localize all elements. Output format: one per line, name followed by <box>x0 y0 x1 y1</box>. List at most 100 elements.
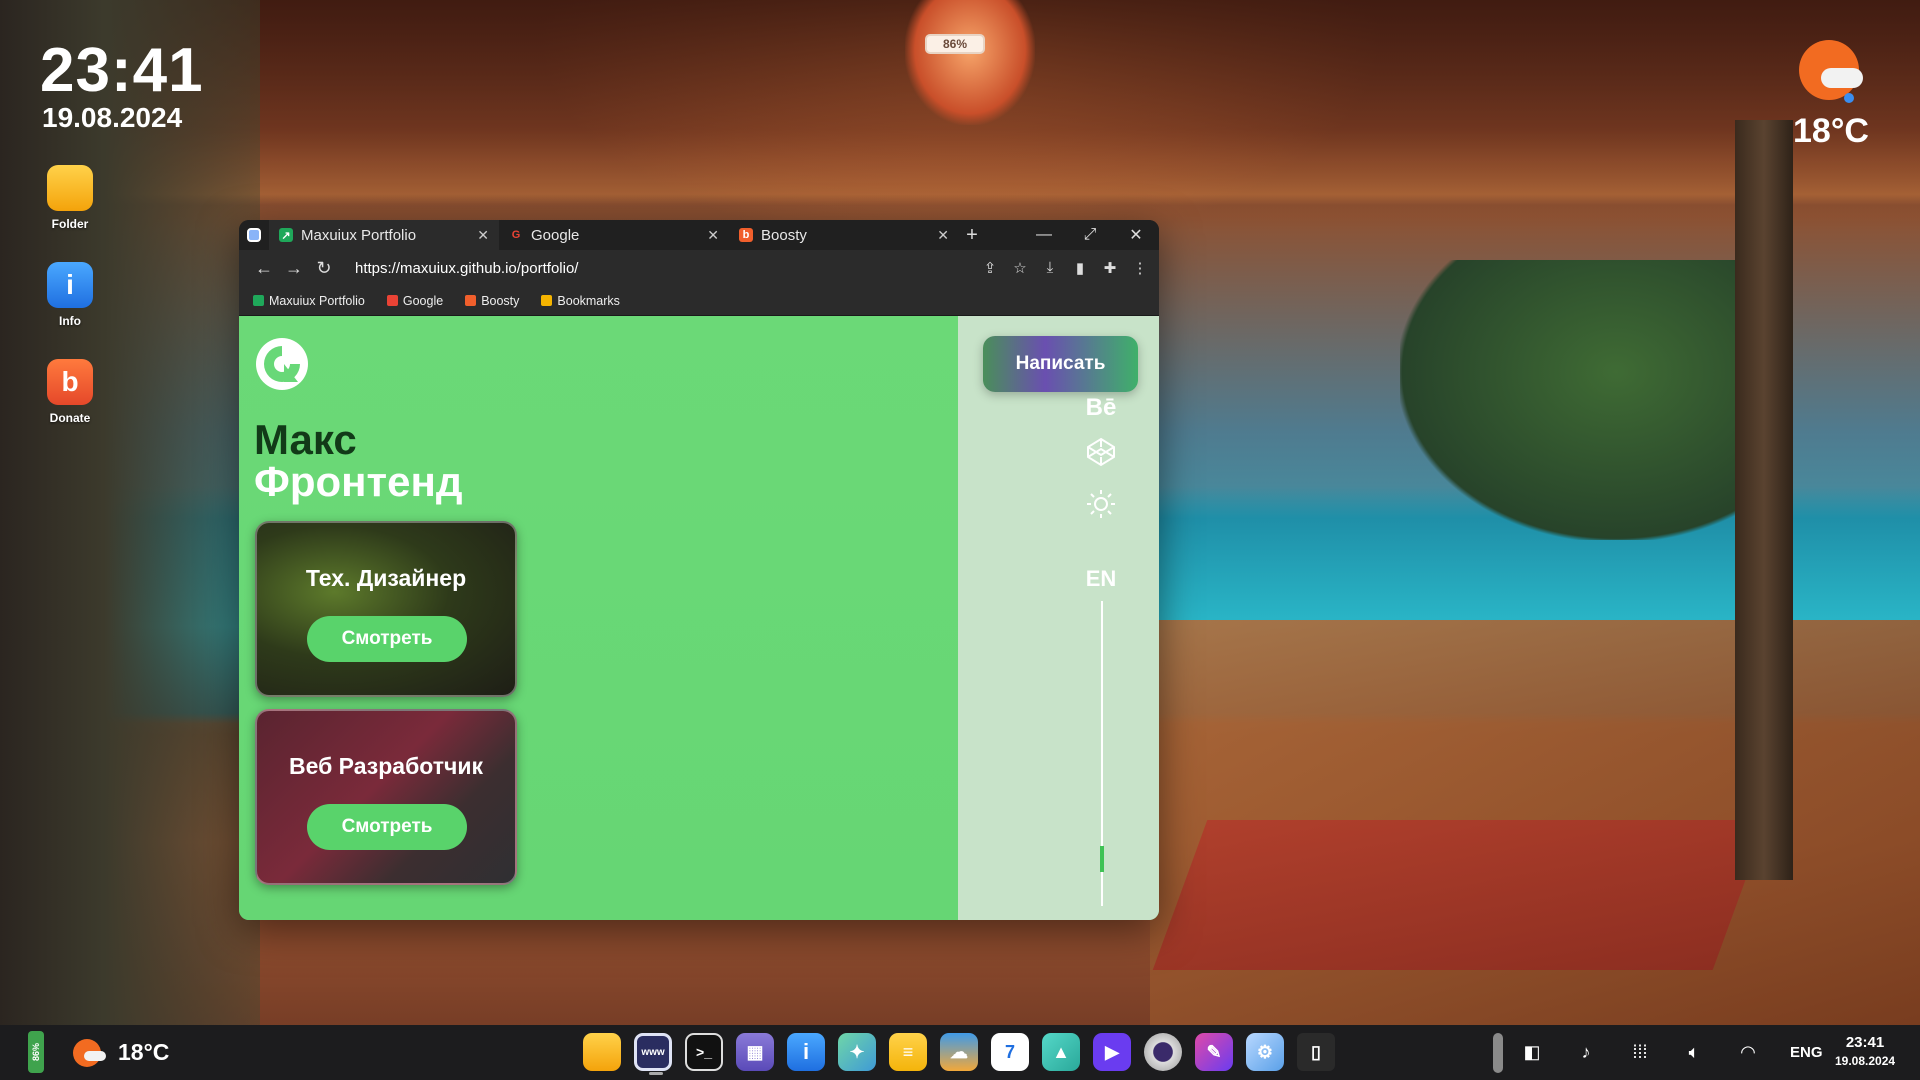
battery-indicator: 86% <box>925 34 985 54</box>
reload-icon[interactable]: ↻ <box>309 258 339 279</box>
browser-window: ↗ Maxuiux Portfolio ✕ G Google ✕ b Boost… <box>239 220 1159 920</box>
apps-grid-icon[interactable]: ⁞⁞⁞ <box>1628 1042 1652 1063</box>
portfolio-page: Макс Фронтенд Тех. Дизайнер Смотреть Веб… <box>239 316 1159 920</box>
weather-app-icon[interactable]: ☁ <box>940 1033 978 1071</box>
window-switcher-icon[interactable]: ◧ <box>1520 1042 1544 1063</box>
desktop-icon-folder[interactable]: Folder <box>46 165 94 231</box>
codepen-icon[interactable] <box>1083 436 1119 468</box>
portfolio-sidebar: Написать Bē EN <box>958 316 1159 920</box>
card-tech-designer: Тех. Дизайнер Смотреть <box>255 521 517 697</box>
extensions-icon[interactable]: ✚ <box>1101 259 1119 277</box>
forward-icon[interactable]: → <box>279 258 309 279</box>
folder-icon <box>541 295 553 306</box>
card-web-developer: Веб Разработчик Смотреть <box>255 709 517 885</box>
tab-title: Maxuiux Portfolio <box>301 226 417 244</box>
close-icon[interactable]: ✕ <box>937 227 949 244</box>
write-button[interactable]: Написать <box>983 336 1138 392</box>
taskbar-clock[interactable]: 23:41 19.08.2024 <box>1835 1033 1895 1071</box>
google-icon: G <box>511 229 521 241</box>
portfolio-logo-icon <box>256 338 308 390</box>
window-controls: — ⤢ ✕ <box>1021 220 1159 250</box>
close-icon[interactable]: ✕ <box>477 227 489 244</box>
download-icon[interactable]: ⤓ <box>1041 259 1059 277</box>
calendar-icon[interactable]: 7 <box>991 1033 1029 1071</box>
folder-icon[interactable] <box>583 1033 621 1071</box>
name-heading: Макс <box>254 416 357 463</box>
tab-boosty[interactable]: b Boosty ✕ <box>729 220 959 250</box>
notes-icon[interactable]: ≡ <box>889 1033 927 1071</box>
paint-icon[interactable]: ✎ <box>1195 1033 1233 1071</box>
boosty-icon <box>465 295 477 306</box>
card-title: Веб Разработчик <box>288 753 484 779</box>
desktop-clock: 23:41 <box>40 36 204 105</box>
portfolio-main: Макс Фронтенд Тех. Дизайнер Смотреть Веб… <box>239 316 958 920</box>
close-icon[interactable]: ✕ <box>707 227 719 244</box>
taskbar-date: 19.08.2024 <box>1835 1054 1896 1068</box>
dock-apps: www >_ ▦ i ✦ ≡ ☁ 7 ▲ ▶ ✎ ⚙ ▯ <box>583 1033 1335 1075</box>
desktop-icon-donate[interactable]: b Donate <box>46 359 94 425</box>
bookmark-portfolio[interactable]: Maxuiux Portfolio <box>253 294 365 308</box>
maximize-icon[interactable]: ⤢ <box>1067 220 1113 250</box>
wallpaper-lamp <box>905 0 1035 125</box>
tab-google[interactable]: G Google ✕ <box>499 220 729 250</box>
taskbar: 86% 18°C www >_ ▦ i ✦ ≡ ☁ 7 ▲ ▶ ✎ ⚙ ▯ ◧ … <box>0 1025 1920 1080</box>
share-icon[interactable]: ⇪ <box>981 259 999 277</box>
minimize-icon[interactable]: — <box>1021 220 1067 250</box>
language-toggle[interactable]: EN <box>1083 566 1119 592</box>
bookmark-label: Boosty <box>481 293 520 308</box>
desktop-icon-info[interactable]: i Info <box>46 262 94 328</box>
photos-icon[interactable]: ▲ <box>1042 1033 1080 1071</box>
bookmark-label: Google <box>402 293 444 308</box>
role-heading: Фронтенд <box>254 458 463 505</box>
info-icon: i <box>47 262 93 308</box>
wifi-icon[interactable]: ◠ <box>1736 1042 1760 1063</box>
google-icon <box>386 295 398 306</box>
behance-icon[interactable]: Bē <box>1083 394 1119 422</box>
bookmark-google[interactable]: Google <box>386 293 444 308</box>
bookmark-label: Bookmarks <box>557 293 620 308</box>
boosty-icon: b <box>739 228 753 242</box>
new-tab-button[interactable]: + <box>959 224 985 247</box>
play-icon[interactable]: ▶ <box>1093 1033 1131 1071</box>
browser-menu-icon[interactable] <box>239 220 269 250</box>
desktop-icon-label: Donate <box>49 411 91 425</box>
toolbar-icons: ⇪ ☆ ⤓ ▮ ✚ ⋮ <box>981 259 1149 277</box>
music-icon[interactable]: ♪ <box>1574 1042 1598 1063</box>
terminal-icon[interactable]: >_ <box>685 1033 723 1071</box>
scroll-indicator <box>1100 846 1104 872</box>
url-field[interactable]: https://maxuiux.github.io/portfolio/ <box>355 260 981 277</box>
desktop-date: 19.08.2024 <box>42 102 183 133</box>
weather-temperature: 18°C <box>1793 112 1869 150</box>
portfolio-logo-icon: ↗ <box>279 228 293 242</box>
tab-portfolio[interactable]: ↗ Maxuiux Portfolio ✕ <box>269 220 499 250</box>
back-icon[interactable]: ← <box>249 258 279 279</box>
card-title: Тех. Дизайнер <box>305 565 467 591</box>
bookmark-folder[interactable]: Bookmarks <box>541 294 620 308</box>
settings-icon[interactable]: ⚙ <box>1246 1033 1284 1071</box>
volume-icon[interactable]: 🔈︎ <box>1682 1042 1706 1063</box>
browser-icon[interactable]: www <box>634 1033 672 1075</box>
taskbar-time: 23:41 <box>1845 1034 1885 1051</box>
taskbar-divider <box>1493 1033 1503 1073</box>
bookmark-icon[interactable]: ▮ <box>1071 259 1089 277</box>
info-icon[interactable]: i <box>787 1033 825 1071</box>
trash-icon[interactable]: ▯ <box>1297 1033 1335 1071</box>
battery-indicator[interactable]: 86% <box>28 1031 44 1073</box>
wallpaper-plants <box>0 0 260 1025</box>
star-icon[interactable]: ☆ <box>1011 259 1029 277</box>
view-button[interactable]: Смотреть <box>307 804 467 850</box>
bookmark-boosty[interactable]: Boosty <box>465 294 519 308</box>
sun-icon[interactable] <box>1083 488 1119 520</box>
camera-icon[interactable] <box>1144 1033 1182 1071</box>
bookmark-label: Maxuiux Portfolio <box>269 293 365 308</box>
map-icon[interactable]: ✦ <box>838 1033 876 1071</box>
bookmarks-bar: Maxuiux Portfolio Google Boosty Bookmark… <box>239 286 1159 316</box>
folder-icon <box>47 165 93 211</box>
language-indicator[interactable]: ENG <box>1790 1044 1823 1061</box>
weather-icon[interactable] <box>72 1038 106 1068</box>
calculator-icon[interactable]: ▦ <box>736 1033 774 1071</box>
close-window-icon[interactable]: ✕ <box>1113 220 1159 250</box>
wallpaper-cliff <box>1400 260 1760 540</box>
more-icon[interactable]: ⋮ <box>1131 259 1149 277</box>
view-button[interactable]: Смотреть <box>307 616 467 662</box>
